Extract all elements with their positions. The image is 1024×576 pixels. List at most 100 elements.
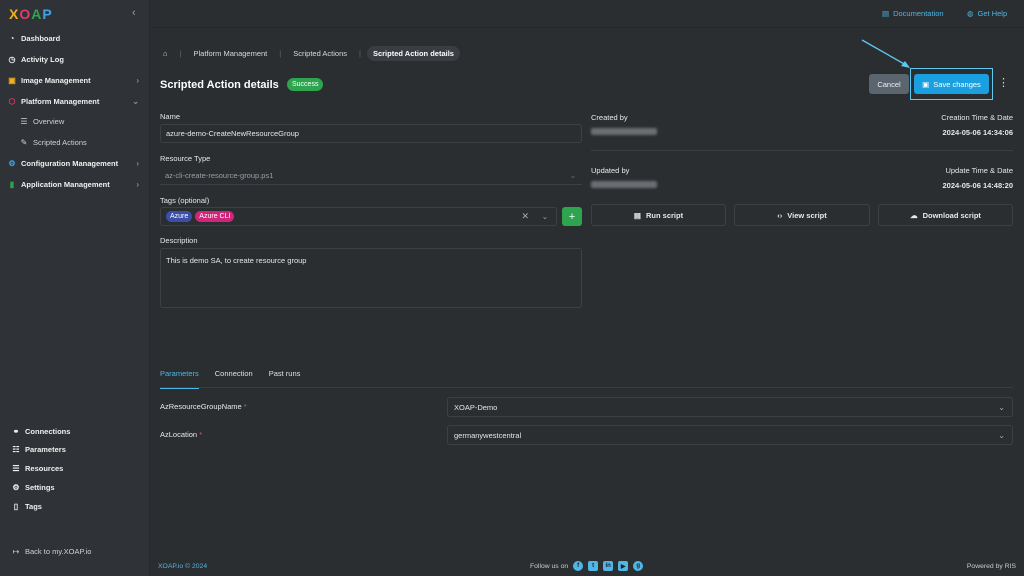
sidebar-item-parameters[interactable]: ☷ Parameters — [10, 441, 141, 457]
resource-type-select[interactable]: az-cli-create-resource-group.ps1 ⌄ — [160, 166, 582, 185]
breadcrumb-scripted-actions[interactable]: Scripted Actions — [287, 46, 353, 61]
update-time-label: Update Time & Date — [945, 166, 1013, 175]
sidebar-item-label: Parameters — [25, 444, 66, 454]
xoap-logo[interactable]: XOAP — [9, 6, 53, 22]
tab-past-runs[interactable]: Past runs — [269, 369, 301, 389]
sidebar-item-tags[interactable]: ▯ Tags — [10, 498, 141, 514]
sidebar-item-label: Tags — [25, 501, 42, 511]
save-button-label: Save changes — [933, 79, 981, 89]
chevron-down-icon: ⌄ — [132, 96, 139, 106]
tags-field[interactable]: Azure Azure CLI ✕ ⌄ — [160, 207, 557, 226]
created-by-label: Created by — [591, 113, 628, 122]
resources-icon: ☰ — [12, 463, 20, 473]
tabs: Parameters Connection Past runs — [160, 369, 316, 389]
updated-by-label: Updated by — [591, 166, 630, 175]
platform-icon: ⬡ — [8, 96, 16, 106]
sidebar-item-overview[interactable]: ☰ Overview — [18, 113, 141, 129]
facebook-icon[interactable]: f — [573, 561, 584, 571]
sidebar-item-settings[interactable]: ⚙ Settings — [10, 479, 141, 495]
description-field[interactable]: This is demo SA, to create resource grou… — [160, 248, 582, 308]
dashboard-icon: ◔ — [9, 33, 15, 43]
sidebar-item-label: Settings — [25, 482, 55, 492]
sidebar-item-label: Platform Management — [21, 96, 100, 106]
sidebar-item-label: Scripted Actions — [33, 137, 87, 147]
sidebar-item-label: Dashboard — [21, 33, 61, 43]
copyright-link[interactable]: XOAP.io © 2024 — [158, 563, 207, 570]
download-script-button[interactable]: ☁ Download script — [878, 204, 1013, 226]
breadcrumb-separator: | — [179, 49, 182, 58]
tab-parameters[interactable]: Parameters — [160, 369, 199, 389]
download-script-label: Download script — [922, 210, 981, 220]
sidebar-item-scripted-actions[interactable]: ✎ Scripted Actions — [18, 134, 141, 150]
sidebar-item-image-management[interactable]: ▣ Image Management › — [6, 72, 141, 88]
param-value-select[interactable]: XOAP-Demo ⌄ — [447, 397, 1013, 417]
sidebar-item-label: Connections — [25, 426, 71, 436]
view-script-button[interactable]: ‹› View script — [734, 204, 870, 226]
sidebar-item-dashboard[interactable]: ◔ Dashboard — [6, 30, 141, 46]
param-name: AzLocation — [160, 430, 198, 439]
cloud-download-icon: ☁ — [910, 210, 918, 220]
back-link[interactable]: ↦ Back to my.XOAP.io — [10, 543, 141, 559]
breadcrumb: ⌂ | Platform Management | Scripted Actio… — [157, 46, 460, 61]
chevron-down-icon: ⌄ — [998, 430, 1005, 440]
divider — [591, 150, 1013, 151]
home-icon[interactable]: ⌂ — [157, 46, 174, 61]
plus-icon: + — [568, 210, 576, 223]
sidebar-item-platform-management[interactable]: ⬡ Platform Management ⌄ — [6, 93, 141, 109]
chevron-down-icon[interactable]: ⌄ — [542, 212, 548, 221]
more-options-icon[interactable]: ⋮ — [998, 76, 1009, 89]
sidebar-item-configuration-management[interactable]: ⚙ Configuration Management › — [6, 155, 141, 171]
param-value-select[interactable]: germanywestcentral ⌄ — [447, 425, 1013, 445]
tab-divider — [160, 387, 1013, 388]
bookmark-icon: ▯ — [13, 501, 19, 511]
page-title: Scripted Action details — [160, 79, 279, 91]
sidebar-item-label: Activity Log — [21, 54, 64, 64]
documentation-label: Documentation — [893, 9, 944, 18]
sidebar-item-label: Application Management — [21, 179, 110, 189]
script-icon: ✎ — [20, 137, 28, 147]
sidebar-item-resources[interactable]: ☰ Resources — [10, 460, 141, 476]
sidebar-item-application-management[interactable]: ▮ Application Management › — [6, 176, 141, 192]
image-icon: ▣ — [8, 75, 16, 85]
clear-icon[interactable]: ✕ — [521, 211, 529, 222]
param-value: XOAP-Demo — [454, 402, 498, 412]
run-script-button[interactable]: ▤ Run script — [591, 204, 726, 226]
twitter-icon[interactable]: t — [588, 561, 599, 571]
tag-azure-cli[interactable]: Azure CLI — [195, 211, 235, 222]
required-marker: * — [199, 430, 203, 439]
cancel-button[interactable]: Cancel — [869, 74, 909, 94]
name-field[interactable]: azure-demo-CreateNewResourceGroup — [160, 124, 582, 143]
linkedin-icon[interactable]: in — [603, 561, 614, 571]
breadcrumb-platform-management[interactable]: Platform Management — [187, 46, 273, 61]
tag-azure[interactable]: Azure — [166, 211, 193, 222]
documentation-link[interactable]: ▤ Documentation — [882, 9, 944, 18]
param-value: germanywestcentral — [454, 430, 522, 440]
creation-time-value: 2024-05-06 14:34:06 — [942, 128, 1013, 137]
sidebar-item-connections[interactable]: ⚭ Connections — [10, 423, 141, 439]
follow-label: Follow us on — [530, 562, 569, 570]
required-marker: * — [243, 402, 247, 411]
add-tag-button[interactable]: + — [562, 207, 582, 226]
created-by-redacted — [591, 128, 657, 135]
sidebar-item-activity-log[interactable]: ◷ Activity Log — [6, 51, 141, 67]
param-name: AzResourceGroupName — [160, 402, 242, 411]
save-button[interactable]: ▣ Save changes — [914, 74, 989, 94]
floppy-icon: ▣ — [922, 79, 930, 89]
github-icon[interactable]: g — [633, 561, 644, 571]
youtube-icon[interactable]: ▶ — [618, 561, 629, 571]
sidebar-item-label: Configuration Management — [21, 158, 119, 168]
tab-connection[interactable]: Connection — [215, 369, 253, 389]
logout-icon: ↦ — [12, 546, 20, 556]
gear-icon: ⚙ — [12, 482, 20, 492]
breadcrumb-separator: | — [279, 49, 282, 58]
param-name-label: AzLocation * — [160, 430, 202, 439]
collapse-sidebar-icon[interactable]: ‹ — [132, 7, 136, 19]
view-script-label: View script — [787, 210, 827, 220]
run-icon: ▤ — [633, 210, 641, 220]
config-icon: ⚙ — [8, 158, 16, 168]
get-help-link[interactable]: ◍ Get Help — [967, 9, 1007, 18]
code-icon: ‹› — [777, 210, 783, 220]
chevron-right-icon: › — [136, 179, 139, 189]
help-icon: ◍ — [967, 9, 974, 18]
chart-icon: ▮ — [9, 179, 15, 189]
